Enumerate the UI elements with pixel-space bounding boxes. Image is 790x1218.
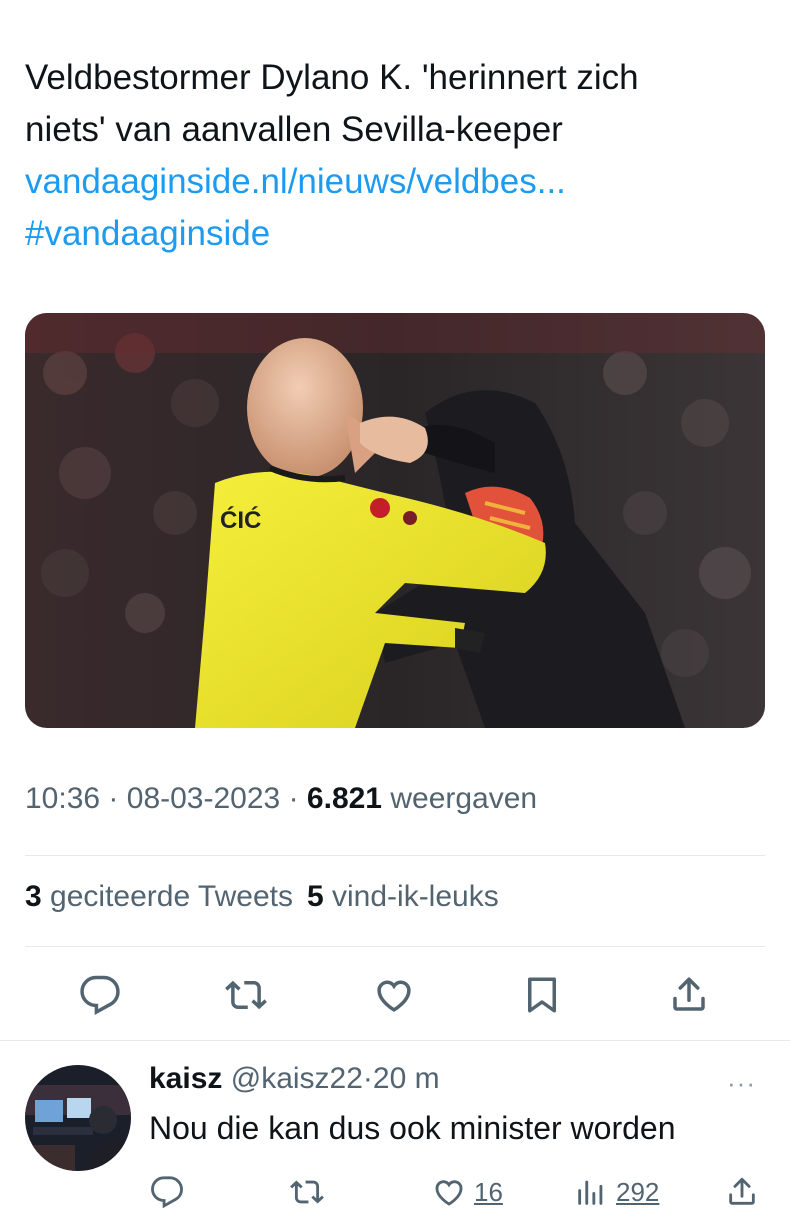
avatar-image [25, 1065, 131, 1171]
tweet-text-line-2: niets' van aanvallen Sevilla-keeper [25, 110, 563, 149]
reply-views-count: 292 [616, 1176, 660, 1207]
reply-age[interactable]: 20 m [373, 1062, 440, 1095]
reply-tweet[interactable]: kaisz @kaisz22·20 m ··· Nou die kan dus … [0, 1060, 790, 1218]
tweet-text-line-1: Veldbestormer Dylano K. 'herinnert zich [25, 58, 639, 97]
like-icon [435, 1180, 463, 1206]
separator-dot: · [288, 782, 299, 815]
reply-icon [151, 1176, 183, 1209]
reply-author-handle[interactable]: @kaisz22 [231, 1062, 363, 1095]
views-icon [578, 1180, 603, 1205]
bookmark-icon [528, 977, 556, 1013]
tweet-timestamp-views: 10:36 · 08-03-2023 · 6.821 weergaven [25, 782, 537, 816]
views-label: weergaven [390, 782, 538, 815]
like-icon [377, 980, 411, 1012]
reply-action-bar: 16 292 [0, 1172, 790, 1212]
retweet-icon [290, 1180, 324, 1204]
reply-header: kaisz @kaisz22·20 m [149, 1062, 440, 1096]
likes-label: vind-ik-leuks [332, 880, 499, 913]
retweet-button[interactable] [221, 970, 271, 1020]
more-options-button[interactable]: ··· [727, 1068, 756, 1099]
tweet-media-photo[interactable]: ĆIĆ [25, 313, 765, 728]
reply-share-button[interactable] [725, 1172, 759, 1212]
reply-reply-button[interactable] [150, 1172, 184, 1212]
tweet-link[interactable]: vandaaginside.nl/nieuws/veldbes... [25, 156, 765, 208]
retweet-icon [225, 980, 267, 1010]
reply-text: Nou die kan dus ook minister worden [149, 1110, 676, 1146]
bookmark-button[interactable] [517, 970, 567, 1020]
reply-author-name[interactable]: kaisz [149, 1062, 222, 1095]
reply-like-button[interactable]: 16 [432, 1172, 503, 1212]
likes-link[interactable]: 5 vind-ik-leuks [307, 880, 499, 913]
share-button[interactable] [664, 970, 714, 1020]
reply-views-button[interactable]: 292 [574, 1172, 659, 1212]
svg-text:ĆIĆ: ĆIĆ [220, 506, 261, 534]
quotes-count: 3 [25, 880, 42, 913]
tweet-text: Veldbestormer Dylano K. 'herinnert zich … [25, 52, 765, 260]
share-icon [673, 977, 705, 1011]
tweet-date[interactable]: 08-03-2023 [127, 782, 280, 815]
media-photo-graphic: ĆIĆ [25, 313, 765, 728]
tweet-time[interactable]: 10:36 [25, 782, 100, 815]
reply-retweet-button[interactable] [290, 1172, 324, 1212]
like-button[interactable] [369, 970, 419, 1020]
views-count: 6.821 [306, 782, 382, 815]
divider [0, 1040, 790, 1041]
share-icon [729, 1177, 755, 1205]
divider [25, 946, 765, 947]
likes-count: 5 [306, 880, 324, 913]
hashtag-link[interactable]: #vandaaginside [25, 208, 765, 260]
reply-like-count: 16 [474, 1176, 503, 1207]
avatar[interactable] [25, 1065, 131, 1171]
separator-dot: · [108, 782, 119, 815]
separator-dot: · [362, 1062, 373, 1095]
tweet-action-bar [0, 970, 790, 1020]
reply-icon [80, 975, 120, 1016]
reply-button[interactable] [75, 970, 125, 1020]
tweet-stats: 3 geciteerde Tweets 5 vind-ik-leuks [25, 880, 499, 914]
divider [25, 855, 765, 856]
quote-tweets-link[interactable]: 3 geciteerde Tweets [25, 880, 293, 913]
quotes-label: geciteerde Tweets [50, 880, 293, 913]
